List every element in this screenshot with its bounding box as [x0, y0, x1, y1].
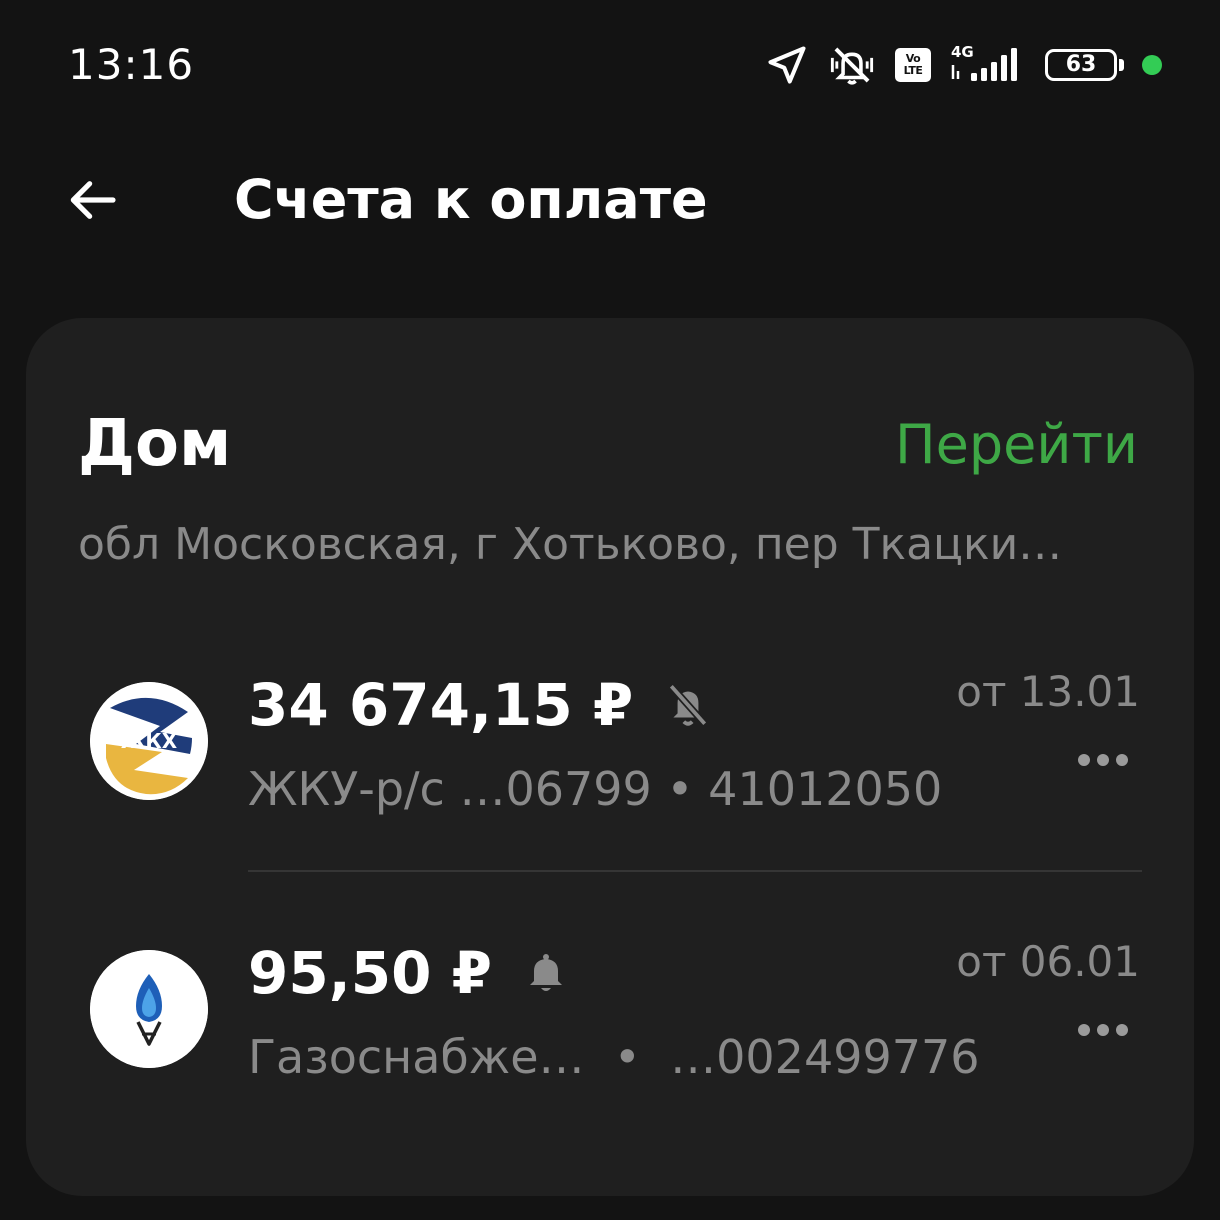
status-time: 13:16: [68, 40, 195, 89]
more-options-button[interactable]: [1068, 1010, 1138, 1050]
go-to-link[interactable]: Перейти: [895, 410, 1138, 480]
bill-account: 41012050: [708, 762, 943, 816]
bill-provider: Газоснабже…: [248, 1030, 585, 1084]
bill-description: ЖКУ-р/с …06799 • 41012050: [248, 760, 942, 818]
battery-level: 63: [1065, 52, 1097, 77]
status-dot: [1142, 55, 1162, 75]
more-dot: [1078, 1024, 1090, 1036]
header: Счета к оплате: [0, 140, 1220, 260]
bill-account: …002499776: [670, 1030, 980, 1084]
bell-icon: [530, 954, 563, 991]
arrow-left-icon: [70, 181, 116, 219]
signal-icon: 4G: [951, 43, 1017, 81]
bill-date: от 06.01: [956, 937, 1140, 986]
screen: 13:16 Vo LTE 4G 63 Счета к оплате Дом Пе…: [0, 0, 1220, 1220]
back-button[interactable]: [48, 160, 136, 240]
zhkh-logo-icon: ЖКХ: [90, 682, 208, 800]
bill-provider: ЖКУ-р/с …06799: [248, 762, 652, 816]
vibrate-muted-icon: [830, 47, 874, 85]
card-address: обл Московская, г Хотьково, пер Ткацки…: [78, 519, 1063, 570]
bill-amount: 34 674,15 ₽: [248, 671, 634, 739]
bill-separator: •: [584, 1030, 671, 1084]
bill-amount-row: 34 674,15 ₽: [248, 670, 713, 740]
card-title: Дом: [78, 407, 232, 481]
zhkh-logo: ЖКХ: [90, 682, 208, 800]
bill-item[interactable]: 95,50 ₽ Газоснабже… • …002499776 от 06.0…: [26, 918, 1194, 1158]
network-type-label: 4G: [951, 43, 974, 61]
volte-icon: Vo LTE: [895, 48, 931, 82]
divider: [248, 870, 1142, 872]
page-title: Счета к оплате: [234, 168, 708, 231]
more-dot: [1097, 1024, 1109, 1036]
bill-amount: 95,50 ₽: [248, 939, 493, 1007]
battery-tip: [1119, 59, 1124, 71]
location-arrow-icon: [768, 46, 806, 84]
property-card: Дом Перейти обл Московская, г Хотьково, …: [26, 318, 1194, 1196]
bill-description: Газоснабже… • …002499776: [248, 1028, 980, 1086]
status-bar: 13:16 Vo LTE 4G 63: [0, 0, 1220, 130]
more-dot: [1097, 754, 1109, 766]
battery-icon: 63: [1045, 49, 1124, 81]
bill-item[interactable]: ЖКХ 34 674,15 ₽ ЖКУ-р/с …06799 • 4101205…: [26, 648, 1194, 888]
more-dot: [1116, 1024, 1128, 1036]
zhkh-logo-text: ЖКХ: [121, 729, 178, 753]
more-dot: [1116, 754, 1128, 766]
bill-separator: •: [651, 762, 709, 816]
more-dot: [1078, 754, 1090, 766]
battery-body: 63: [1045, 49, 1117, 81]
bill-amount-row: 95,50 ₽: [248, 938, 570, 1008]
gas-logo: [90, 950, 208, 1068]
volte-bottom-label: LTE: [903, 64, 923, 77]
bell-off-icon: [668, 683, 708, 727]
status-icons: Vo LTE 4G 63: [765, 40, 1162, 90]
bill-date: от 13.01: [956, 667, 1140, 716]
more-options-button[interactable]: [1068, 740, 1138, 780]
gas-flame-icon: [90, 950, 208, 1068]
